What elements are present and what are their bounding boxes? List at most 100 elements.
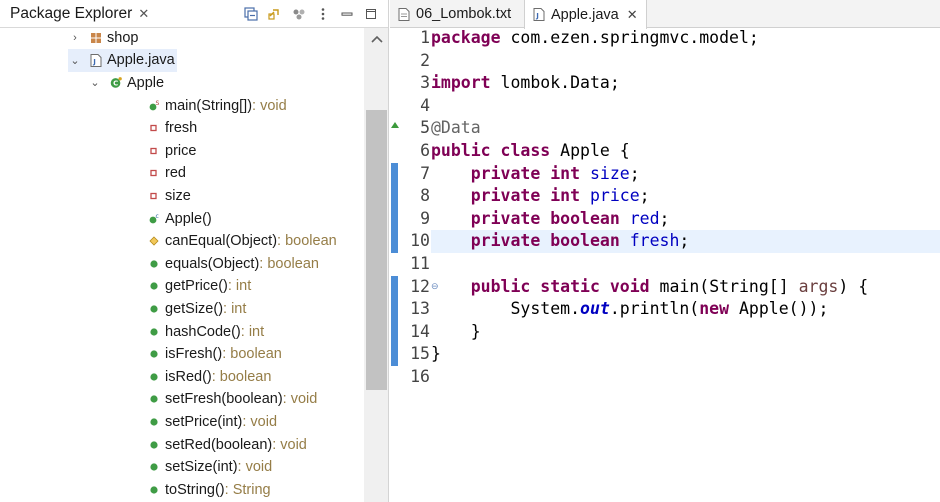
tab-06-lombok-txt[interactable]: 06_Lombok.txt bbox=[390, 0, 519, 28]
svg-text:J: J bbox=[92, 58, 96, 66]
tree-item-field[interactable]: size bbox=[148, 185, 191, 208]
tab-label: 06_Lombok.txt bbox=[416, 6, 512, 22]
code-line[interactable]: private boolean red; bbox=[431, 208, 940, 231]
tree-item-method-public[interactable]: getPrice() : int bbox=[148, 275, 251, 298]
method-public-icon bbox=[148, 393, 160, 405]
tree-item-method-public[interactable]: setPrice(int) : void bbox=[148, 411, 277, 434]
tree-item-package[interactable]: › shop bbox=[68, 27, 138, 50]
explorer-scrollbar[interactable] bbox=[364, 28, 388, 502]
tree-item-method-static[interactable]: Smain(String[]) : void bbox=[148, 94, 287, 117]
tree-item-method-public[interactable]: hashCode() : int bbox=[148, 320, 264, 343]
explorer-toolbar bbox=[243, 0, 388, 28]
tree-item-label: toString() bbox=[165, 481, 225, 498]
line-number: 9 bbox=[420, 208, 430, 228]
tree-item-label: setFresh(boolean) bbox=[165, 391, 283, 408]
filters-icon[interactable] bbox=[291, 6, 307, 22]
method-public-icon bbox=[148, 461, 160, 473]
collapse-all-icon[interactable] bbox=[243, 6, 259, 22]
line-number: 12 bbox=[410, 276, 430, 296]
code-line[interactable] bbox=[431, 95, 940, 118]
tab-package-explorer[interactable]: Package Explorer ✕ bbox=[0, 0, 155, 28]
line-number: 7 bbox=[420, 163, 430, 183]
tree-item-type: : int bbox=[227, 278, 252, 295]
code-token: package bbox=[431, 28, 501, 47]
code-line[interactable]: @Data bbox=[431, 117, 940, 140]
code-line[interactable]: package com.ezen.springmvc.model; bbox=[431, 27, 940, 50]
tree-item-label: price bbox=[165, 142, 197, 159]
text-file-icon bbox=[398, 7, 410, 21]
tree-item-type: : void bbox=[282, 391, 318, 408]
code-area[interactable]: package com.ezen.springmvc.model; import … bbox=[431, 28, 940, 502]
svg-text:S: S bbox=[156, 100, 160, 107]
tree-item-method-public[interactable]: setSize(int) : void bbox=[148, 456, 272, 479]
tree-item-field[interactable]: price bbox=[148, 140, 196, 163]
tree-item-method-public[interactable]: getSize() : int bbox=[148, 298, 246, 321]
tree-item-label: setRed(boolean) bbox=[165, 436, 273, 453]
tree-item-method-protected[interactable]: canEqual(Object) : boolean bbox=[148, 230, 337, 253]
code-line[interactable]: public static void main(String[] args) { bbox=[431, 276, 940, 299]
minimize-icon[interactable] bbox=[339, 6, 355, 22]
tree-item-method-public[interactable]: isFresh() : boolean bbox=[148, 343, 282, 366]
line-number: 6 bbox=[420, 141, 430, 160]
chevron-down-icon[interactable]: ⌄ bbox=[68, 54, 82, 67]
view-menu-icon[interactable] bbox=[315, 6, 331, 22]
code-line[interactable]: public class Apple { bbox=[431, 140, 940, 163]
line-number: 15 bbox=[410, 344, 430, 364]
code-line[interactable]: import lombok.Data; bbox=[431, 72, 940, 95]
tree-item-label: canEqual(Object) bbox=[165, 233, 278, 250]
code-token: main(String[] bbox=[649, 276, 799, 296]
close-icon[interactable]: ✕ bbox=[138, 6, 149, 22]
code-line[interactable] bbox=[431, 253, 940, 276]
code-line[interactable]: private int size; bbox=[431, 163, 940, 186]
package-icon bbox=[90, 32, 102, 44]
link-with-editor-icon[interactable] bbox=[267, 6, 283, 22]
code-line[interactable]: System.out.println(new Apple()); bbox=[431, 298, 940, 321]
tree-item-field[interactable]: fresh bbox=[148, 117, 197, 140]
code-token: } bbox=[431, 344, 441, 364]
code-token: @Data bbox=[431, 118, 481, 138]
tree-item-method-public[interactable]: setRed(boolean) : void bbox=[148, 433, 307, 456]
field-icon bbox=[148, 122, 160, 134]
tree-item-class[interactable]: ⌄ C Apple bbox=[88, 72, 164, 95]
chevron-right-icon[interactable]: › bbox=[68, 32, 82, 44]
chevron-down-icon[interactable]: ⌄ bbox=[88, 76, 102, 89]
tree-item-label: getPrice() bbox=[165, 278, 228, 295]
code-token: private bbox=[470, 186, 541, 206]
code-line[interactable] bbox=[431, 366, 940, 389]
tree-item-method-public[interactable]: equals(Object) : boolean bbox=[148, 253, 319, 276]
scroll-up-arrow-icon[interactable] bbox=[364, 28, 388, 50]
maximize-icon[interactable] bbox=[363, 6, 379, 22]
code-line[interactable]: } bbox=[431, 321, 940, 344]
tree-item-method-public[interactable]: setFresh(boolean) : void bbox=[148, 388, 317, 411]
code-token: int bbox=[550, 163, 581, 183]
code-line[interactable] bbox=[431, 50, 940, 73]
tree-item-file[interactable]: ⌄ J Apple.java bbox=[68, 49, 177, 72]
tab-apple-java[interactable]: J Apple.java ✕ bbox=[524, 0, 647, 29]
svg-text:J: J bbox=[535, 12, 539, 20]
code-line[interactable]: private int price; bbox=[431, 185, 940, 208]
tree-item-type: : int bbox=[240, 323, 265, 340]
tree-item-label: isFresh() bbox=[165, 346, 223, 363]
code-line[interactable]: } bbox=[431, 343, 940, 366]
tree-item-field[interactable]: red bbox=[148, 162, 186, 185]
code-token: boolean bbox=[550, 231, 620, 251]
code-token: ; bbox=[639, 186, 650, 206]
tree-item-label: equals(Object) bbox=[165, 255, 260, 272]
tree-item-label: setPrice(int) bbox=[165, 413, 243, 430]
tree-item-method-public[interactable]: isRed() : boolean bbox=[148, 366, 271, 389]
tree-item-constructor[interactable]: c Apple() bbox=[148, 207, 212, 230]
scrollbar-thumb[interactable] bbox=[366, 110, 387, 390]
method-public-icon bbox=[148, 258, 160, 270]
tree-item-method-public[interactable]: toString() : String bbox=[148, 479, 271, 502]
close-icon[interactable]: ✕ bbox=[627, 7, 638, 23]
tree-item-label: size bbox=[165, 187, 191, 204]
method-public-icon bbox=[148, 416, 160, 428]
java-file-icon: J bbox=[533, 8, 545, 21]
code-token: static bbox=[540, 276, 600, 296]
code-line[interactable]: private boolean fresh; bbox=[431, 230, 940, 253]
